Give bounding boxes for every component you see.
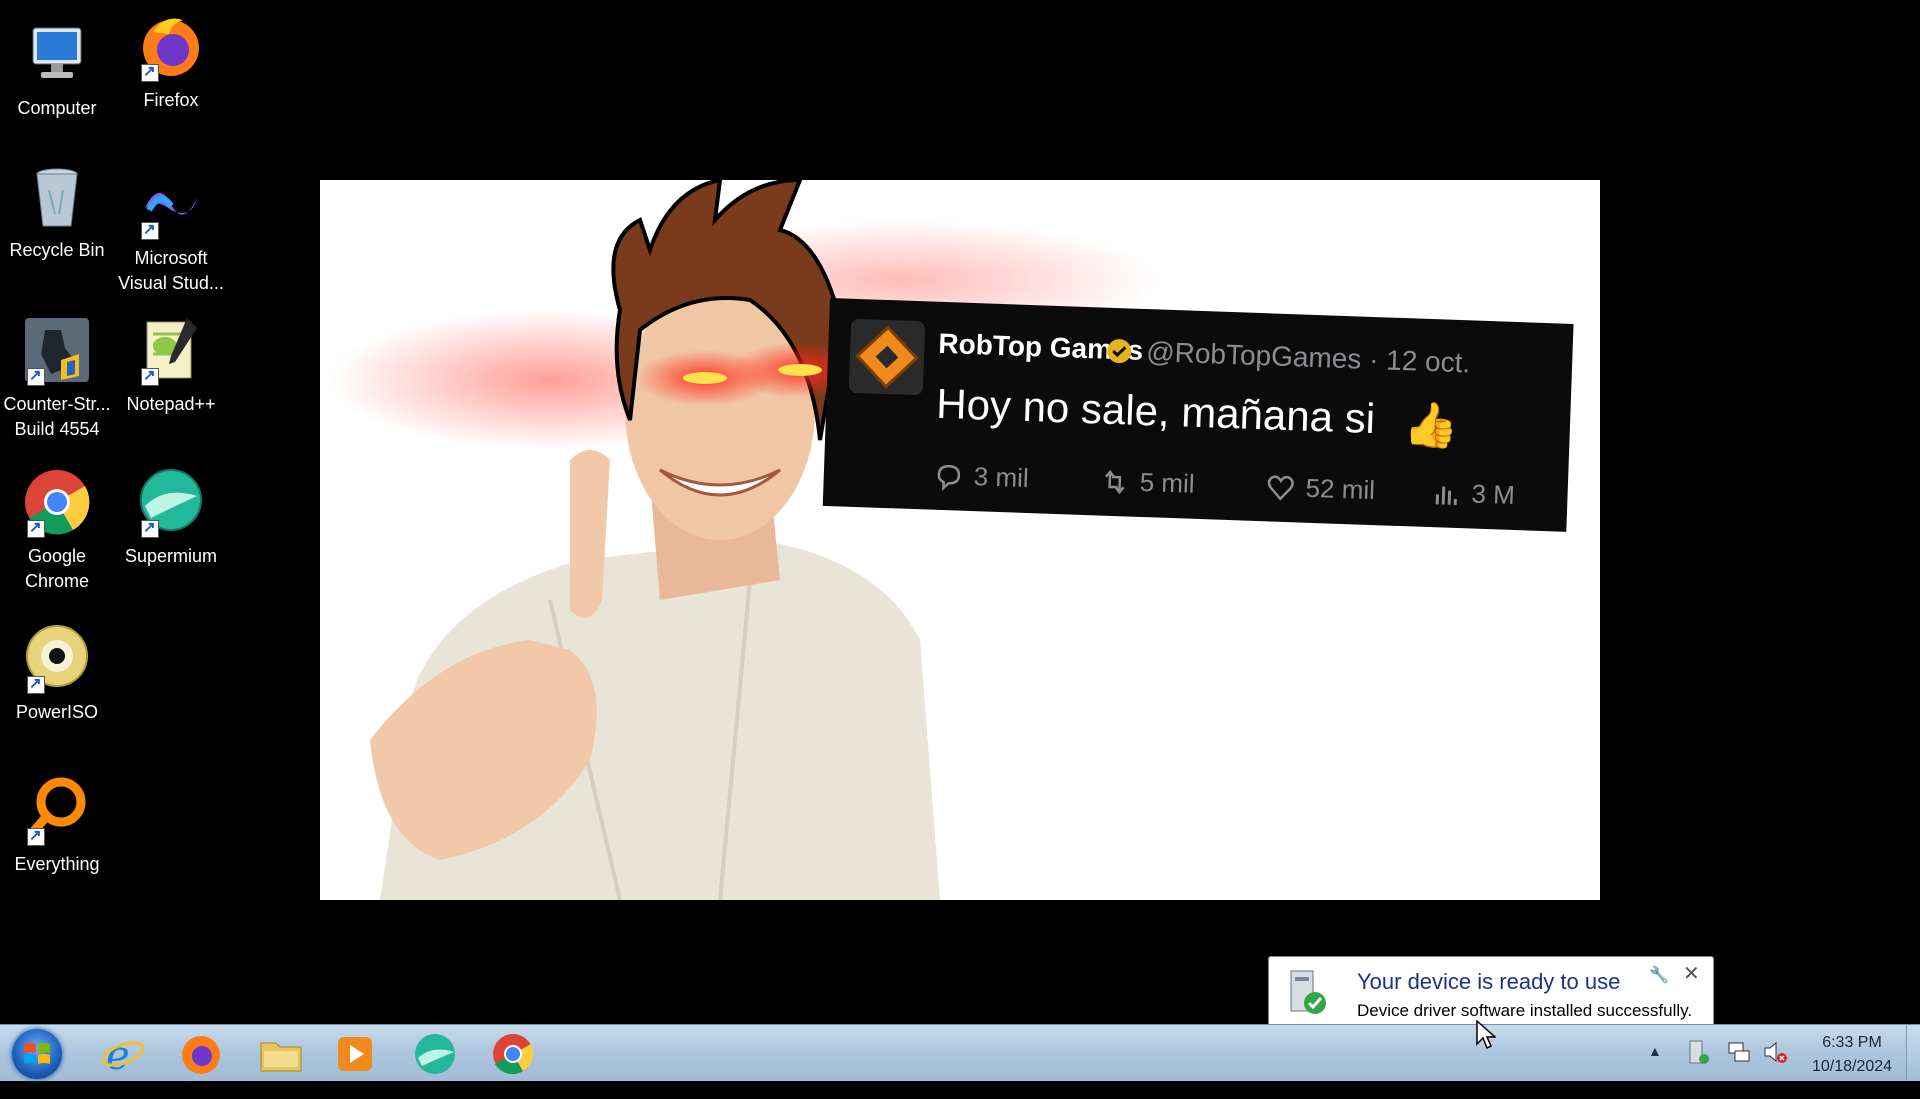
tweet-retweets: 5 mil (1099, 466, 1195, 500)
wrench-icon[interactable]: 🔧 (1649, 965, 1669, 985)
taskbar-supermium[interactable] (406, 1029, 464, 1079)
everything-search-icon (21, 774, 93, 846)
robtop-avatar (848, 318, 926, 396)
views-chart-icon (1435, 485, 1457, 505)
label-line: Build 4554 (14, 419, 100, 439)
network-icon[interactable] (1726, 1039, 1752, 1065)
desktop-icon-label: Google Chrome (0, 544, 114, 594)
desktop-icon-google-chrome[interactable]: Google Chrome (0, 466, 114, 594)
notification-title: Your device is ready to use (1357, 969, 1621, 994)
chrome-icon (21, 466, 93, 538)
desktop-icon-poweriso[interactable]: PowerISO (0, 622, 114, 725)
wallpaper-image: RobTop Games @RobTopGames · 12 oct. Hoy … (320, 180, 1600, 900)
supermium-icon (135, 466, 207, 538)
desktop-icon-supermium[interactable]: Supermium (114, 466, 228, 569)
internet-explorer-icon: e (101, 1033, 145, 1079)
verified-badge-icon (1106, 338, 1133, 365)
taskbar-chrome[interactable] (484, 1029, 542, 1079)
device-tray-icon[interactable] (1684, 1039, 1710, 1065)
shortcut-arrow-icon (141, 220, 159, 240)
tweet-handle-date: @RobTopGames · 12 oct. (1145, 336, 1471, 379)
chrome-icon (493, 1034, 534, 1075)
tweet-text: Hoy no sale, mañana si (935, 379, 1376, 443)
shortcut-arrow-icon (141, 518, 159, 538)
desktop-icon-notepad-plus-plus[interactable]: Notepad++ (114, 314, 228, 417)
meme-illustration (330, 180, 1160, 900)
supermium-icon (415, 1034, 455, 1074)
desktop-icon-label: Supermium (124, 546, 218, 566)
thumbs-up-emoji: 👍 (1403, 400, 1460, 452)
svg-text:e: e (106, 1033, 130, 1077)
retweet-icon (1104, 469, 1125, 494)
replies-count: 3 mil (973, 461, 1030, 494)
close-icon[interactable]: ✕ (1683, 961, 1700, 986)
tweet-views: 3 M (1431, 477, 1515, 511)
notepad-plus-plus-icon (135, 314, 207, 386)
likes-count: 52 mil (1305, 472, 1376, 506)
shortcut-arrow-icon (27, 826, 45, 846)
tweet-replies: 3 mil (933, 460, 1029, 494)
computer-icon (21, 18, 93, 90)
desktop-icon-label: PowerISO (15, 702, 99, 722)
desktop-icon-counter-strike[interactable]: Counter-Str... Build 4554 (0, 314, 114, 442)
retweets-count: 5 mil (1139, 466, 1196, 499)
show-desktop-button[interactable] (1906, 1025, 1920, 1081)
desktop-icon-computer[interactable]: Computer (0, 18, 114, 121)
desktop-icon-label: Counter-Str... Build 4554 (0, 392, 114, 442)
system-clock[interactable]: 6:33 PM 10/18/2024 (1794, 1031, 1910, 1079)
folder-icon (260, 1042, 302, 1072)
show-hidden-icons-button[interactable]: ▲ (1648, 1043, 1662, 1099)
poweriso-icon (21, 622, 93, 694)
windows-logo-icon (24, 1043, 50, 1064)
desktop-icon-firefox[interactable]: Firefox (114, 10, 228, 113)
desktop-icon-visual-studio[interactable]: Microsoft Visual Stud... (114, 168, 228, 296)
heart-icon (1267, 474, 1294, 501)
desktop-icon-label: Microsoft Visual Stud... (114, 246, 228, 296)
reply-icon (937, 464, 961, 491)
firefox-icon (135, 10, 207, 82)
volume-muted-icon[interactable] (1762, 1039, 1788, 1065)
recycle-bin-icon (21, 160, 93, 232)
label-line: Microsoft (134, 248, 208, 268)
desktop-icon-label: Notepad++ (126, 394, 216, 414)
visual-studio-icon (135, 168, 207, 240)
desktop-icon-everything[interactable]: Everything (0, 774, 114, 877)
label-line: Google (27, 546, 87, 566)
desktop-icon-label: Everything (14, 854, 100, 874)
notification-body: Device driver software installed success… (1357, 1001, 1693, 1020)
taskbar-file-explorer[interactable] (252, 1029, 310, 1079)
label-line: Visual Stud... (118, 273, 224, 293)
desktop-icon-label: Recycle Bin (9, 240, 105, 260)
shortcut-arrow-icon (141, 366, 159, 386)
clock-date: 10/18/2024 (1811, 1058, 1893, 1075)
shortcut-arrow-icon (27, 674, 45, 694)
shortcut-arrow-icon (141, 62, 159, 82)
shortcut-arrow-icon (27, 518, 45, 538)
taskbar-firefox[interactable] (172, 1029, 230, 1079)
taskbar: e ▲ 6:33 PM 10/18/2024 (0, 1024, 1920, 1081)
desktop-icon-recycle-bin[interactable]: Recycle Bin (0, 160, 114, 263)
shortcut-arrow-icon (27, 366, 45, 386)
taskbar-internet-explorer[interactable]: e (94, 1029, 152, 1079)
device-driver-icon (1279, 967, 1329, 1017)
counter-strike-icon (21, 314, 93, 386)
tweet-card: RobTop Games @RobTopGames · 12 oct. Hoy … (822, 298, 1574, 532)
media-player-icon (338, 1037, 372, 1071)
label-line: Chrome (24, 571, 90, 591)
firefox-icon (182, 1036, 220, 1074)
views-count: 3 M (1471, 478, 1516, 511)
taskbar-media-player[interactable] (326, 1029, 384, 1079)
start-button[interactable] (12, 1029, 62, 1079)
desktop-icon-label: Computer (17, 98, 97, 118)
label-line: Counter-Str... (3, 394, 111, 414)
clock-time: 6:33 PM (1822, 1034, 1882, 1051)
desktop-icon-label: Firefox (143, 90, 199, 110)
mouse-cursor-icon (1476, 1019, 1497, 1050)
tweet-likes: 52 mil (1265, 471, 1376, 506)
